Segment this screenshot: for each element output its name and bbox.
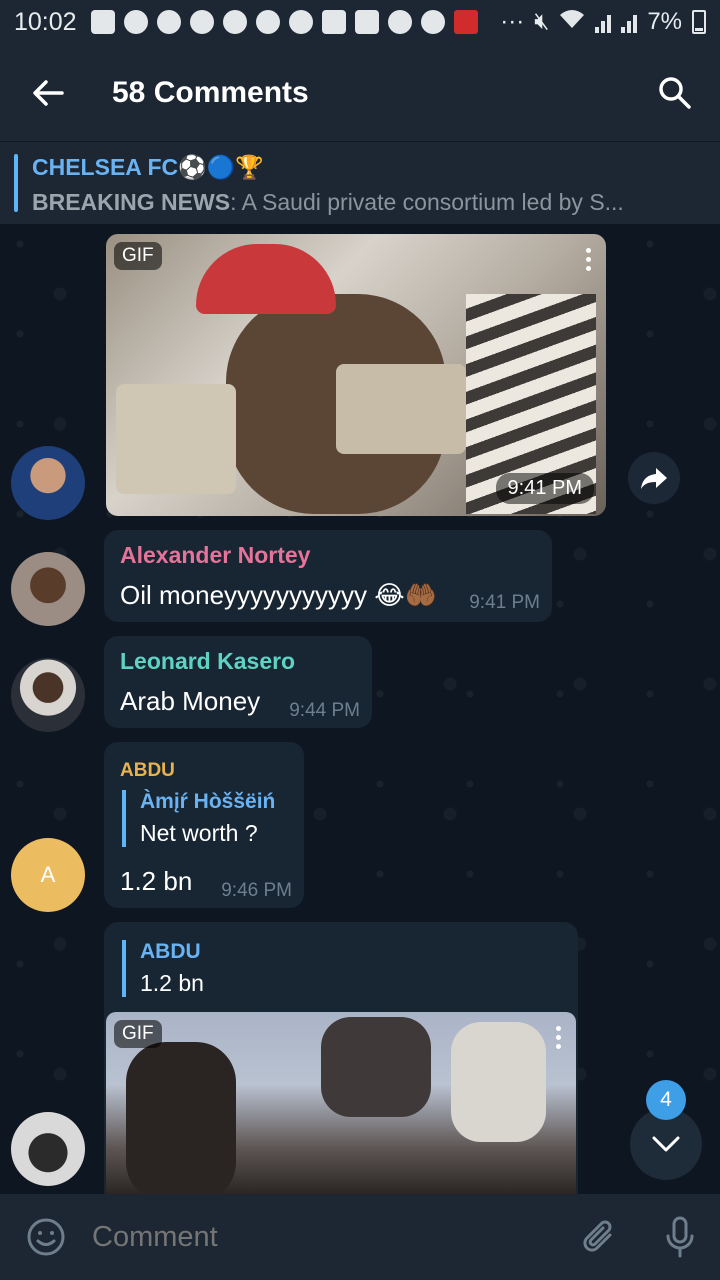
club-crest-icon-2: [255, 10, 280, 34]
message-time: 9:41 PM: [495, 473, 594, 504]
signal-icon: [595, 11, 612, 33]
sender-name: Alexander Nortey: [120, 542, 311, 568]
gif-message-2[interactable]: GIF: [106, 1012, 576, 1194]
avatar[interactable]: [11, 1112, 85, 1186]
avatar[interactable]: [11, 552, 85, 626]
reply-quote[interactable]: ABDU 1.2 bn: [122, 940, 422, 997]
share-icon: [641, 468, 667, 489]
more-options-icon[interactable]: [556, 1026, 562, 1053]
sender-name: Leonard Kasero: [120, 648, 296, 674]
unread-count-badge: 4: [646, 1080, 686, 1120]
message-text: 1.2 bn: [120, 866, 193, 896]
message-bubble[interactable]: Leonard Kasero Arab Money 9:44 PM: [104, 636, 372, 728]
battery-percent: 7%: [647, 8, 682, 35]
message-time: 9:44 PM: [289, 700, 360, 721]
chevron-down-icon: [652, 1136, 680, 1152]
gif-message-1[interactable]: GIF 9:41 PM: [106, 234, 606, 516]
search-icon: [659, 76, 691, 109]
pinned-preview-bold: BREAKING NEWS: [32, 189, 231, 215]
chat-area[interactable]: GIF 9:41 PM Alexander Nortey Oil moneyyy…: [0, 224, 720, 1194]
message-text: Oil moneyyyyyyyyyyy 😂🤲🏾: [120, 580, 438, 610]
gif-figure-2: [321, 1017, 431, 1117]
emoji-icon: [27, 1218, 65, 1256]
app-icon: [420, 10, 445, 34]
comment-input[interactable]: [92, 1220, 560, 1254]
status-bar: 10:02 ··· 🔇︎ 7%: [0, 0, 720, 44]
reply-text: 1.2 bn: [140, 970, 204, 996]
paperclip-icon: [583, 1220, 612, 1252]
gif-figure: [126, 1042, 236, 1194]
more-notifications-icon: ···: [500, 8, 525, 35]
back-arrow-icon: [33, 79, 64, 106]
avatar[interactable]: [11, 658, 85, 732]
reply-author: ABDU: [140, 940, 201, 963]
app-bar: 58 Comments: [0, 44, 720, 142]
mute-icon: 🔇︎: [534, 8, 550, 35]
more-options-icon[interactable]: [586, 248, 592, 275]
league-icon: [288, 10, 313, 34]
search-button[interactable]: [630, 44, 720, 142]
youtube-icon-2: [354, 10, 379, 34]
back-button[interactable]: [0, 44, 96, 142]
battery-icon: [692, 10, 706, 34]
microphone-icon: [666, 1216, 694, 1258]
page-title: 58 Comments: [112, 75, 309, 109]
n-app-icon: [90, 10, 115, 34]
pinned-accent-bar: [14, 154, 18, 212]
comment-composer: [0, 1194, 720, 1280]
message-time: 9:41 PM: [469, 592, 540, 613]
reply-text: Net worth ?: [140, 820, 258, 846]
emoji-button[interactable]: [0, 1194, 92, 1280]
pinterest-icon: [156, 10, 181, 34]
signal-icon-2: [621, 11, 638, 33]
gif-badge: GIF: [114, 1020, 162, 1048]
facebook-icon: [123, 10, 148, 34]
pinned-channel-post[interactable]: CHELSEA FC⚽🔵🏆 BREAKING NEWS: A Saudi pri…: [0, 142, 720, 224]
pinned-preview: BREAKING NEWS: A Saudi private consortiu…: [32, 189, 652, 216]
gif-figure-3: [451, 1022, 546, 1142]
wifi-icon: [559, 8, 585, 37]
avatar[interactable]: A: [11, 838, 85, 912]
twitter-icon: [222, 10, 247, 34]
gif-money-stack-2: [336, 364, 466, 454]
youtube-icon: [321, 10, 346, 34]
message-time: 9:46 PM: [221, 880, 292, 901]
message-text: Arab Money: [120, 686, 261, 716]
message-bubble[interactable]: Alexander Nortey Oil moneyyyyyyyyyyy 😂🤲🏾…: [104, 530, 552, 622]
message-bubble[interactable]: ABDU Àmįŕ Hòššëiń Net worth ? 1.2 bn 9:4…: [104, 742, 304, 908]
twitter-icon-2: [387, 10, 412, 34]
pinned-channel-name: CHELSEA FC⚽🔵🏆: [32, 154, 265, 180]
avatar[interactable]: [11, 446, 85, 520]
voice-button[interactable]: [640, 1194, 720, 1280]
share-button[interactable]: [628, 452, 680, 504]
pinned-preview-rest: : A Saudi private consortium led by S...: [230, 189, 624, 215]
gif-money-stack: [116, 384, 236, 494]
sender-name: ABDU: [120, 760, 175, 781]
reply-quote[interactable]: Àmįŕ Hòššëiń Net worth ?: [122, 790, 294, 847]
club-crest-icon: [189, 10, 214, 34]
k-app-icon: [453, 10, 478, 34]
attach-button[interactable]: [560, 1194, 640, 1280]
status-time: 10:02: [14, 7, 77, 36]
gif-badge: GIF: [114, 242, 162, 270]
notification-icons: [90, 10, 478, 34]
gif-red-cap: [196, 244, 336, 314]
reply-author: Àmįŕ Hòššëiń: [140, 790, 276, 813]
